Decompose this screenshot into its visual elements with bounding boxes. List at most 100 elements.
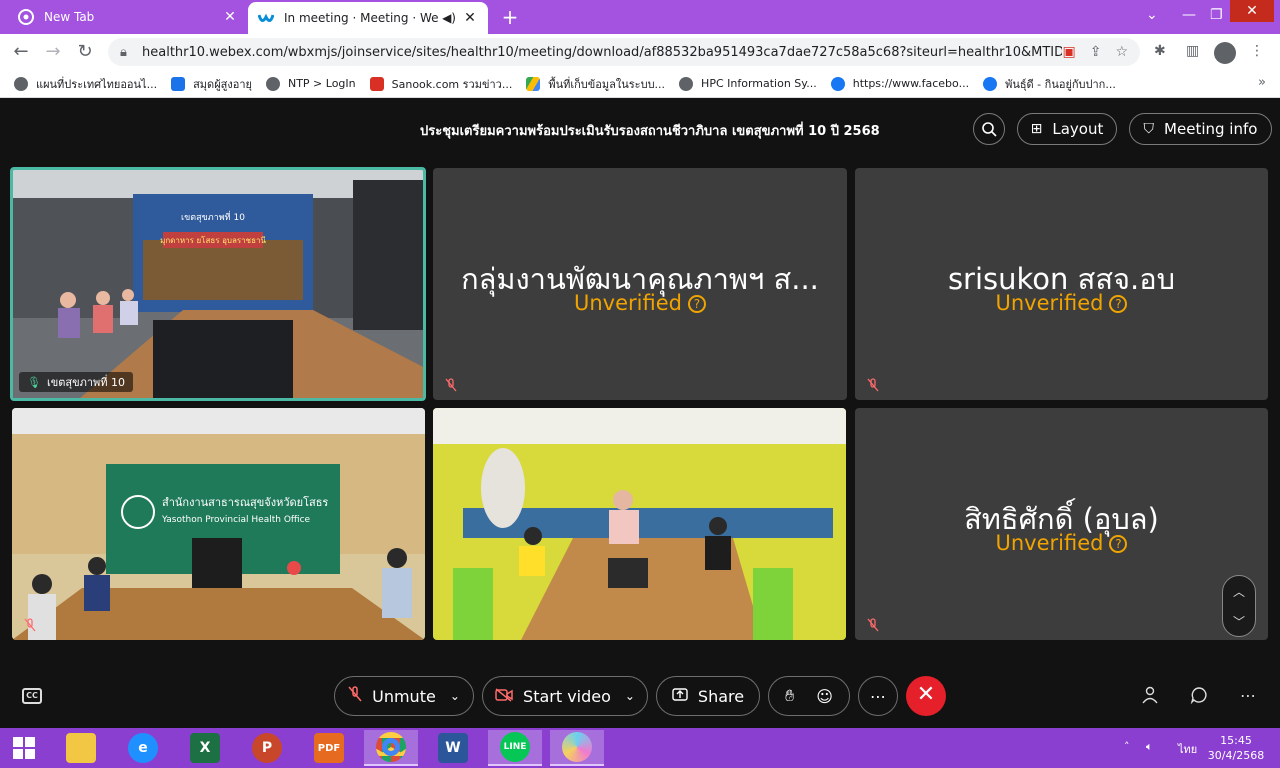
more-panels-icon[interactable]: ⋯ [1240, 686, 1256, 705]
browser-tab-strip: New Tab ✕ In meeting · Meeting · Webex ◀… [0, 0, 1280, 34]
muted-microphone-icon [867, 618, 879, 632]
tab-search-icon[interactable]: ⌄ [1146, 0, 1158, 30]
share-button[interactable]: Share [656, 676, 760, 716]
tab-new-tab[interactable]: New Tab ✕ [8, 0, 248, 34]
webex-app-icon [562, 732, 592, 762]
chat-icon[interactable] [1190, 686, 1208, 708]
close-window-button[interactable]: ✕ [1230, 0, 1274, 22]
bookmark-item[interactable]: พันธุ์ดี - กินอยู่กับปาก... [983, 75, 1116, 93]
more-options-icon: ⋯ [870, 686, 886, 706]
share-icon[interactable]: ⇪ [1090, 44, 1102, 60]
minimize-button[interactable]: — [1182, 0, 1196, 30]
chrome-menu-icon[interactable]: ⋮ [1250, 43, 1264, 59]
help-icon[interactable]: ? [1109, 535, 1128, 553]
clock-date: 30/4/2568 [1207, 749, 1265, 762]
video-tile-meeting-room[interactable] [433, 408, 846, 640]
banner-subtext: มุกดาหาร ยโสธร อุบลราชธานี [160, 235, 266, 245]
closed-captions-icon[interactable]: CC [22, 688, 42, 704]
share-screen-icon [672, 687, 688, 706]
bookmark-item[interactable]: สมุดผู้สูงอายุ [171, 75, 252, 93]
unmute-button[interactable]: Unmute ⌄ [334, 676, 474, 716]
address-bar[interactable]: 🔒︎ healthr10.webex.com/wbxmjs/joinservic… [108, 38, 1140, 66]
bookmark-item[interactable]: NTP > LogIn [265, 76, 356, 91]
grid-pager: ︿ ﹀ [1222, 575, 1256, 637]
restore-button[interactable]: ❐ [1210, 0, 1223, 30]
bookmark-favicon-icon [171, 76, 186, 91]
chevron-down-icon[interactable]: ⌄ [625, 689, 635, 703]
bookmarks-overflow-icon[interactable]: » [1258, 75, 1266, 90]
start-video-button[interactable]: Start video ⌄ [482, 676, 648, 716]
system-clock[interactable]: 15:45 30/4/2568 [1206, 733, 1266, 763]
bookmark-label: Sanook.com รวมข่าว... [391, 77, 513, 91]
bookmark-star-icon[interactable]: ☆ [1115, 44, 1128, 60]
meeting-info-label: Meeting info [1164, 120, 1258, 138]
help-icon[interactable]: ? [687, 295, 706, 313]
chevron-down-icon[interactable]: ⌄ [450, 689, 460, 703]
bookmark-favicon-icon [14, 76, 28, 91]
meeting-info-button[interactable]: ⛉ Meeting info [1129, 113, 1272, 145]
participants-icon[interactable] [1142, 686, 1160, 708]
taskbar-file-explorer[interactable] [54, 730, 108, 766]
bookmark-label: พื้นที่เก็บข้อมูลในระบบ... [548, 77, 666, 91]
chrome-icon [376, 732, 406, 762]
extensions-puzzle-icon[interactable]: ✱ [1154, 43, 1166, 59]
bookmarks-bar: แผนที่ประเทศไทยออนไ... สมุดผู้สูงอายุ NT… [0, 70, 1280, 98]
avatar-tile[interactable]: กลุ่มงานพัฒนาคุณภาพฯ ส... Unverified? [433, 168, 847, 400]
avatar-tile[interactable]: สิทธิศักดิ์ (อุบล) Unverified? [855, 408, 1268, 640]
new-tab-button[interactable]: + [498, 5, 522, 29]
pdf-icon: PDF [314, 733, 344, 763]
bookmark-item[interactable]: https://www.facebo... [830, 76, 969, 91]
unverified-status: Unverified? [855, 291, 1268, 315]
profile-avatar[interactable] [1214, 42, 1236, 64]
chevron-down-icon[interactable]: ﹀ [1233, 613, 1245, 630]
taskbar-chrome[interactable] [364, 730, 418, 766]
back-arrow-icon[interactable]: ← [10, 41, 32, 63]
raise-hand-icon[interactable]: ✋︎ [785, 686, 794, 706]
tab-title: New Tab [44, 10, 95, 24]
avatar-tile[interactable]: srisukon สสจ.อบ Unverified? [855, 168, 1268, 400]
tray-chevron-up-icon[interactable]: ˄ [1124, 740, 1130, 753]
status-text: Unverified [574, 291, 682, 315]
tab-webex-meeting[interactable]: In meeting · Meeting · Webex ◀) ✕ [248, 2, 488, 34]
folder-icon [66, 733, 96, 763]
bookmark-item[interactable]: Sanook.com รวมข่าว... [369, 75, 513, 93]
bookmark-item[interactable]: แผนที่ประเทศไทยออนไ... [14, 75, 157, 93]
side-panel-icon[interactable]: ▥ [1186, 43, 1199, 59]
audio-playing-icon[interactable]: ◀) [442, 11, 456, 25]
bookmark-label: พันธุ์ดี - กินอยู่กับปาก... [1005, 77, 1116, 91]
help-icon[interactable]: ? [1109, 295, 1128, 313]
muted-microphone-icon [867, 378, 879, 392]
taskbar-pdf[interactable]: PDF [302, 730, 356, 766]
forward-arrow-icon[interactable]: → [42, 41, 64, 63]
reload-icon[interactable]: ↻ [74, 41, 96, 63]
layout-button[interactable]: ⊞ Layout [1017, 113, 1117, 145]
webex-icon [257, 10, 275, 26]
emoji-reaction-icon[interactable]: ☺ [816, 687, 833, 706]
tab-close-icon[interactable]: ✕ [222, 9, 238, 25]
video-tile-yasothon[interactable]: สำนักงานสาธารณสุขจังหวัดยโสธร Yasothon P… [12, 408, 425, 640]
tab-title: In meeting · Meeting · Webex [284, 11, 439, 25]
volume-icon[interactable]: 🔈︎ [1146, 740, 1153, 754]
leave-meeting-button[interactable]: ✕ [906, 676, 946, 716]
input-language[interactable]: ไทย [1178, 740, 1197, 758]
taskbar-excel[interactable]: X [178, 730, 232, 766]
yellow-meeting-room-video [433, 408, 846, 640]
taskbar-webex[interactable] [550, 730, 604, 766]
video-tile-region10[interactable]: เขตสุขภาพที่ 10 มุกดาหาร ยโสธร อุบลราชธา… [10, 167, 426, 401]
more-options-button[interactable]: ⋯ [858, 676, 898, 716]
taskbar-line[interactable]: LINE [488, 730, 542, 766]
search-button[interactable] [973, 113, 1005, 145]
chevron-up-icon[interactable]: ︿ [1233, 583, 1245, 600]
tab-close-icon[interactable]: ✕ [462, 10, 478, 26]
taskbar-word[interactable]: W [426, 730, 480, 766]
blocked-popup-icon[interactable]: ▣ [1062, 44, 1075, 60]
bookmark-item[interactable]: HPC Information Sy... [679, 76, 817, 91]
bookmark-item[interactable]: พื้นที่เก็บข้อมูลในระบบ... [526, 75, 665, 93]
taskbar-powerpoint[interactable]: P [240, 730, 294, 766]
taskbar-internet-explorer[interactable]: e [116, 730, 170, 766]
bookmark-favicon-icon [679, 76, 694, 91]
muted-microphone-icon [348, 686, 362, 706]
muted-microphone-icon [445, 378, 457, 392]
start-button[interactable] [0, 730, 48, 766]
line-icon: LINE [500, 732, 530, 762]
